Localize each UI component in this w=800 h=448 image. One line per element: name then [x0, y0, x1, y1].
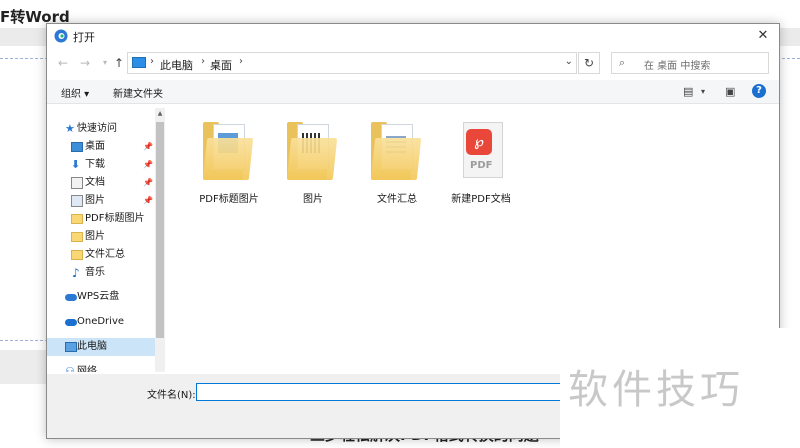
help-icon[interactable]: ?: [752, 84, 766, 98]
pin-icon[interactable]: 📌: [143, 138, 153, 156]
sidebar-item-label: 桌面: [85, 141, 105, 152]
up-arrow-icon[interactable]: ↑: [111, 54, 127, 72]
sidebar-item-label: 下载: [85, 159, 105, 170]
pin-icon[interactable]: 📌: [143, 192, 153, 210]
watermark-text: 软件技巧: [568, 367, 744, 413]
pictures-icon: [71, 195, 83, 207]
dialog-title: 打开: [73, 31, 95, 44]
folder-icon: [370, 122, 423, 180]
navigation-pane: ★ 快速访问 桌面 📌 ⬇ 下载 📌 文档 📌 图片 📌 PDF标题图片 图片 …: [47, 106, 167, 372]
new-folder-button[interactable]: 新建文件夹: [113, 85, 163, 100]
file-name: 文件汇总: [377, 194, 417, 205]
download-icon: ⬇: [71, 158, 81, 171]
file-item-pdf[interactable]: ℘ PDF 新建PDF文档: [441, 118, 521, 208]
sidebar-item-label: 文件汇总: [85, 249, 125, 260]
navigation-bar: ← → ▾ ↑ › 此电脑 › 桌面 › ⌄ ↻ ⌕ 在 桌面 中搜索: [47, 50, 779, 76]
pdf-logo-icon: ℘: [466, 129, 492, 155]
document-icon: [71, 177, 83, 189]
music-icon: ♪: [72, 266, 80, 280]
sidebar-item-label: 音乐: [85, 267, 105, 278]
sidebar-item-downloads[interactable]: ⬇ 下载 📌: [47, 156, 157, 174]
refresh-button[interactable]: ↻: [578, 52, 600, 74]
file-item-folder[interactable]: 文件汇总: [357, 118, 437, 208]
pin-icon[interactable]: 📌: [143, 174, 153, 192]
close-button[interactable]: ✕: [747, 24, 779, 48]
file-name: 新建PDF文档: [451, 194, 511, 205]
chevron-down-icon[interactable]: ⌄: [565, 56, 573, 67]
organize-button[interactable]: 组织 ▾: [61, 85, 89, 100]
pdf-label: PDF: [470, 160, 493, 171]
sidebar-item-network[interactable]: ⚇ 网络: [47, 363, 157, 373]
app-icon: [54, 29, 68, 43]
sidebar-item-pictures[interactable]: 图片 📌: [47, 192, 157, 210]
folder-icon: [71, 250, 83, 260]
folder-icon: [286, 122, 339, 180]
sidebar-item-label: 此电脑: [77, 341, 107, 352]
chevron-right-icon[interactable]: ›: [201, 56, 205, 67]
back-arrow-icon[interactable]: ←: [55, 54, 71, 72]
sidebar-item-documents[interactable]: 文档 📌: [47, 174, 157, 192]
sidebar-item-music[interactable]: ♪ 音乐: [47, 264, 157, 282]
view-options-icon[interactable]: ▤: [683, 85, 693, 98]
pdf-file-icon: ℘ PDF: [463, 122, 503, 178]
command-toolbar: 组织 ▾ 新建文件夹 ▤ ▾ ▣ ?: [47, 80, 779, 104]
chevron-right-icon[interactable]: ›: [150, 56, 154, 67]
sidebar-item-file-summary[interactable]: 文件汇总: [47, 246, 157, 264]
folder-icon: [71, 232, 83, 242]
file-name: 图片: [303, 194, 323, 205]
onedrive-icon: [65, 319, 77, 326]
sidebar-item-wps-cloud[interactable]: WPS云盘: [47, 288, 157, 306]
filename-input[interactable]: [196, 383, 576, 401]
search-icon: ⌕: [619, 56, 626, 69]
network-icon: ⚇: [65, 365, 75, 373]
file-name: PDF标题图片: [199, 194, 259, 205]
sidebar-item-desktop[interactable]: 桌面 📌: [47, 138, 157, 156]
sidebar-item-images-folder[interactable]: 图片: [47, 228, 157, 246]
sidebar-item-label: 网络: [77, 366, 97, 372]
filename-label: 文件名(N):: [147, 390, 196, 401]
breadcrumb-desktop[interactable]: 桌面: [210, 57, 232, 73]
pin-icon[interactable]: 📌: [143, 156, 153, 174]
file-item-folder[interactable]: PDF标题图片: [189, 118, 269, 208]
sidebar-item-label: PDF标题图片: [85, 213, 145, 224]
star-icon: ★: [65, 122, 75, 135]
preview-pane-icon[interactable]: ▣: [725, 85, 735, 98]
sidebar-scrollbar[interactable]: ▲: [155, 108, 165, 372]
sidebar-item-this-pc[interactable]: 此电脑: [47, 338, 157, 356]
forward-arrow-icon[interactable]: →: [77, 54, 93, 72]
sidebar-item-quick-access[interactable]: ★ 快速访问: [47, 120, 157, 138]
folder-icon: [71, 214, 83, 224]
file-item-folder[interactable]: 图片: [273, 118, 353, 208]
cloud-icon: [65, 294, 77, 301]
sidebar-item-label: WPS云盘: [77, 291, 120, 302]
search-placeholder: 在 桌面 中搜索: [644, 61, 711, 72]
chevron-right-icon[interactable]: ›: [239, 56, 243, 67]
sidebar-item-label: OneDrive: [77, 316, 125, 327]
search-input[interactable]: ⌕ 在 桌面 中搜索: [611, 52, 769, 74]
sidebar-item-label: 文档: [85, 177, 105, 188]
address-bar[interactable]: › 此电脑 › 桌面 › ⌄: [127, 52, 577, 74]
chevron-down-icon[interactable]: ▾: [701, 87, 705, 96]
computer-icon: [65, 342, 77, 352]
desktop-icon: [71, 142, 83, 152]
sidebar-item-onedrive[interactable]: OneDrive: [47, 313, 157, 331]
scroll-up-icon[interactable]: ▲: [155, 108, 165, 120]
sidebar-item-label: 图片: [85, 195, 105, 206]
dialog-titlebar: 打开 ✕: [47, 24, 779, 48]
scrollbar-thumb[interactable]: [156, 122, 164, 338]
sidebar-item-label: 快速访问: [77, 123, 117, 134]
computer-icon: [132, 57, 146, 68]
sidebar-item-pdf-title-images[interactable]: PDF标题图片: [47, 210, 157, 228]
breadcrumb-this-pc[interactable]: 此电脑: [160, 57, 193, 73]
folder-icon: [202, 122, 255, 180]
sidebar-item-label: 图片: [85, 231, 105, 242]
